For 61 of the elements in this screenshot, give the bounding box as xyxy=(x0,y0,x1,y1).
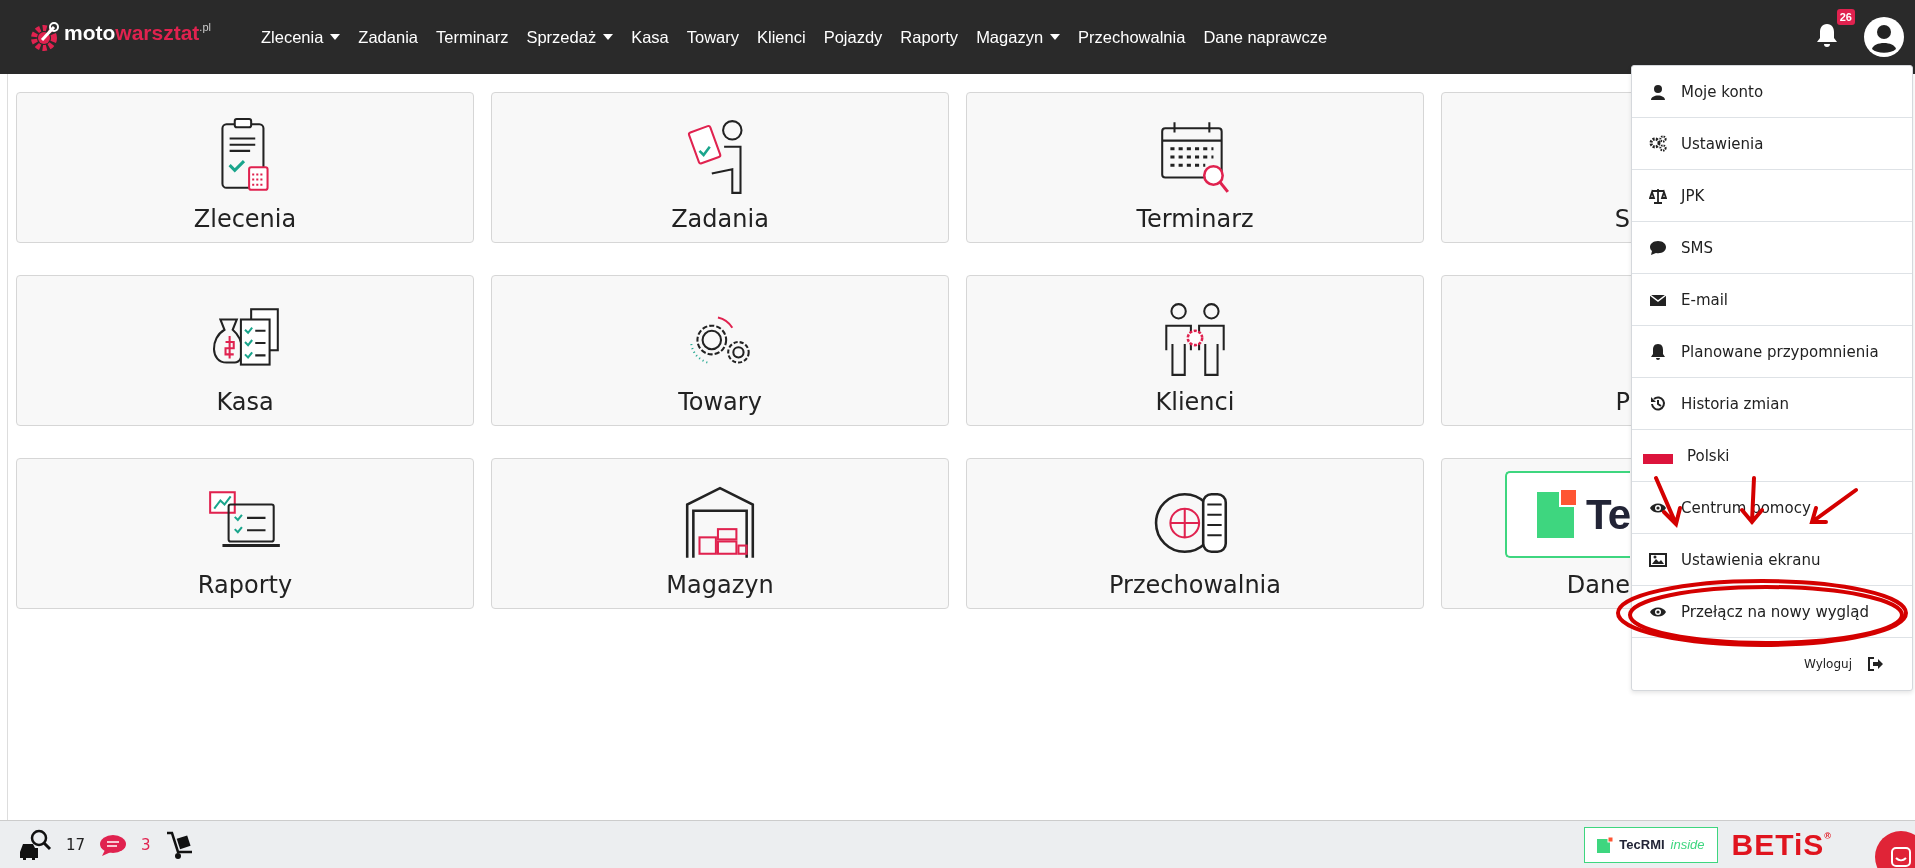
nav-link[interactable]: Pojazdy xyxy=(823,27,883,47)
nav-link[interactable]: Raporty xyxy=(900,27,959,47)
nav-link[interactable]: Zadania xyxy=(358,27,418,47)
module-tile[interactable]: Terminarz xyxy=(966,92,1424,243)
sms-count: 3 xyxy=(141,835,151,854)
chat-icon xyxy=(1890,846,1912,868)
module-tile[interactable]: Klienci xyxy=(966,275,1424,426)
module-tile[interactable]: Zadania xyxy=(491,92,949,243)
user-icon xyxy=(1649,82,1667,101)
nav-link[interactable]: Towary xyxy=(686,27,740,47)
module-tile[interactable]: Przechowalnia xyxy=(966,458,1424,609)
notifications-button[interactable]: 26 xyxy=(1815,9,1855,51)
nav-link[interactable]: Zlecenia xyxy=(261,27,341,47)
count-badge: 26 xyxy=(1836,9,1855,25)
sms-icon[interactable] xyxy=(99,832,128,857)
vehicle-count: 17 xyxy=(66,835,86,854)
menu-item[interactable]: Polski xyxy=(1632,430,1912,482)
module-tile[interactable]: Kasa xyxy=(16,275,474,426)
nav-link[interactable]: Dane naprawcze xyxy=(1203,27,1328,47)
menu-item[interactable]: JPK xyxy=(1632,170,1912,222)
nav-link[interactable]: Klienci xyxy=(757,27,806,47)
history-icon xyxy=(1649,394,1667,413)
hand-truck-icon[interactable] xyxy=(164,829,195,860)
square-icon xyxy=(1597,836,1614,853)
logo-text: moto xyxy=(64,21,116,45)
hand-drawn-arrow xyxy=(1654,476,1682,528)
bell-icon xyxy=(1649,342,1667,361)
image-icon xyxy=(1649,550,1667,569)
menu-item[interactable]: Ustawienia ekranu xyxy=(1632,534,1912,586)
module-tile[interactable]: Towary xyxy=(491,275,949,426)
module-tile[interactable]: Raporty xyxy=(16,458,474,609)
betis-logo: BETiS® xyxy=(1731,827,1831,862)
menu-item[interactable]: Historia zmian xyxy=(1632,378,1912,430)
menu-item[interactable]: Planowane przypomnienia xyxy=(1632,326,1912,378)
bell-icon xyxy=(1815,23,1839,49)
square-icon xyxy=(1537,491,1575,538)
logo-text: warsztat xyxy=(115,21,200,45)
partner-logo[interactable]: TecRMI inside xyxy=(1584,826,1718,863)
menu-item[interactable]: Moje konto xyxy=(1632,66,1912,118)
nav-link[interactable]: Sprzedaż xyxy=(526,27,614,47)
nav-link[interactable]: Przechowalnia xyxy=(1078,27,1186,47)
logo-text: .pl xyxy=(199,21,211,33)
nav-link[interactable]: Magazyn xyxy=(976,27,1061,47)
module-tile[interactable]: Zlecenia xyxy=(16,92,474,243)
menu-item[interactable]: Ustawienia xyxy=(1632,118,1912,170)
chat-bubble-icon xyxy=(1649,238,1667,257)
menu-item[interactable]: E-mail xyxy=(1632,274,1912,326)
nav-link[interactable]: Terminarz xyxy=(436,27,509,47)
nav-link[interactable]: Kasa xyxy=(631,27,669,47)
logout-icon xyxy=(1866,655,1884,673)
menu-item[interactable]: Wyloguj xyxy=(1632,638,1912,690)
hand-drawn-arrow xyxy=(1809,488,1858,524)
car-search-icon[interactable] xyxy=(18,827,52,862)
scale-icon xyxy=(1649,186,1667,205)
flag-icon xyxy=(1643,453,1673,464)
avatar-icon[interactable] xyxy=(1863,16,1905,58)
menu-item[interactable]: Przełącz na nowy wygląd xyxy=(1632,586,1912,638)
menu-item[interactable]: SMS xyxy=(1632,222,1912,274)
partner-logo: Te xyxy=(1505,471,1630,558)
gear-wrench-icon xyxy=(30,22,60,52)
module-tile[interactable]: Magazyn xyxy=(491,458,949,609)
